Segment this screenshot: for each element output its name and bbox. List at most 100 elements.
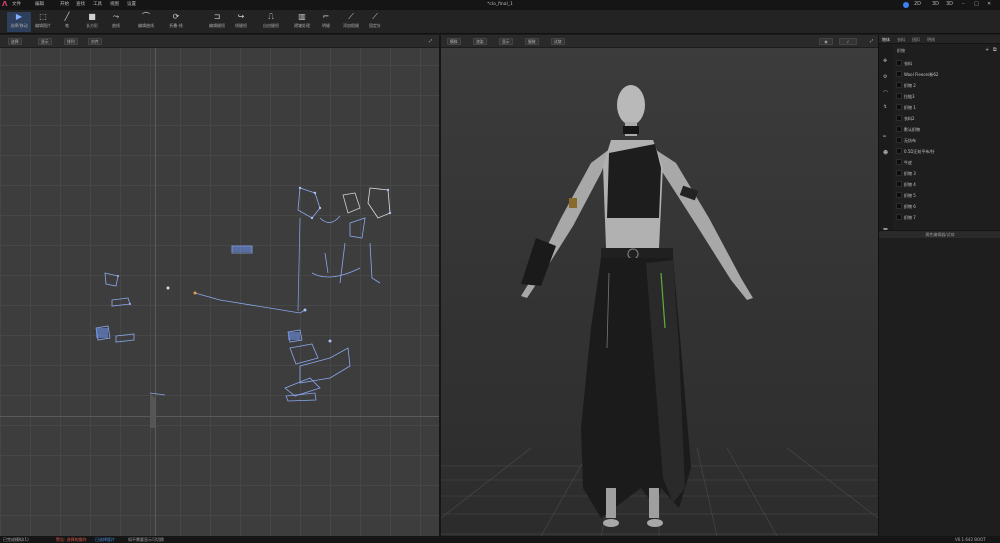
chip-arrange[interactable]: 排列	[64, 38, 78, 45]
baste-tool[interactable]: ⟋ 添加假缝	[339, 12, 363, 32]
pattern-2d-window[interactable]: 选择 显示 排列 对齐 ⤢	[0, 35, 439, 536]
pattern-piece	[149, 392, 166, 396]
menu-settings[interactable]: 设置	[127, 2, 136, 8]
chip-display[interactable]: 显示	[38, 38, 52, 45]
3d-scene[interactable]	[441, 48, 878, 536]
menu-find[interactable]: 查找	[76, 2, 85, 8]
pattern-point	[388, 211, 392, 215]
pleat-tool[interactable]: ▥ 褶皱处理	[290, 12, 314, 32]
menu-edit[interactable]: 编辑	[35, 2, 44, 8]
list-item[interactable]: 织物 3	[894, 168, 1000, 179]
list-item-label: 拉链3	[904, 94, 915, 99]
edit-curve-tool[interactable]: ⌒ 编辑曲线	[134, 12, 158, 32]
account-icon[interactable]	[903, 2, 909, 8]
list-item[interactable]: 织物 4	[894, 179, 1000, 190]
tool-label: 笔	[65, 23, 69, 28]
tool-label: 编辑曲线	[138, 23, 154, 28]
chip-garment[interactable]: 服装	[525, 38, 539, 45]
select-move-tool[interactable]: ▶ 选择/移动	[7, 12, 31, 32]
pen-tool[interactable]: ╱ 笔	[59, 12, 75, 32]
needle-icon[interactable]: ↯	[883, 104, 887, 110]
rectangle-tool[interactable]: ■ 长方形	[82, 12, 102, 32]
add-icon[interactable]: +	[985, 47, 989, 53]
list-item[interactable]: 织物 5	[894, 190, 1000, 201]
tab-topstitch[interactable]: 明线	[927, 37, 935, 43]
list-item[interactable]: 拉链3	[894, 91, 1000, 102]
chip-simulate[interactable]: 模拟	[447, 38, 461, 45]
close-icon[interactable]: ✕	[987, 1, 991, 7]
pattern-pieces[interactable]	[0, 48, 439, 536]
list-item[interactable]: 织物 2	[894, 80, 1000, 91]
chip-select[interactable]: 选择	[8, 38, 22, 45]
minimize-icon[interactable]: –	[962, 1, 965, 7]
curve-tool[interactable]: ⤳ 曲线	[107, 12, 125, 32]
pattern-point	[117, 275, 119, 277]
tab-fabric[interactable]: 衣料	[897, 37, 905, 43]
pin-tool[interactable]: ⟋ 固定针	[366, 12, 384, 32]
list-item[interactable]: 0.5D正纺平布/针	[894, 146, 1000, 157]
view-mode-3d[interactable]: 3D	[932, 1, 939, 7]
check-icon[interactable]: ✓	[839, 38, 857, 45]
list-item[interactable]: 默认织物	[894, 124, 1000, 135]
list-item[interactable]: 织物 1	[894, 102, 1000, 113]
list-item[interactable]: Wool Fleece/新62	[894, 69, 1000, 80]
copy-icon[interactable]: ⧉	[993, 47, 997, 53]
view-mode-2d[interactable]: 2D	[914, 1, 921, 7]
tab-object[interactable]: 物体	[882, 37, 890, 43]
camera-icon[interactable]: ◉	[819, 38, 833, 45]
fold-line-tool[interactable]: ⟳ 折叠-线	[165, 12, 187, 32]
maximize-icon[interactable]: □	[974, 1, 979, 7]
pattern-piece	[297, 187, 321, 219]
status-bar: 已完成模拟(1) 警告: 选择的操作 已选择版片 如不需要显示可切换 V6.1.…	[0, 536, 1000, 543]
topstitch-tool[interactable]: ⌐ 明缝	[318, 12, 334, 32]
tool-label: 自由缝纫	[263, 23, 279, 28]
list-item[interactable]: 衣料2	[894, 113, 1000, 124]
fabric-swatch	[896, 192, 902, 198]
tab-button[interactable]: 纽扣	[912, 37, 920, 43]
menu-tools[interactable]: 工具	[93, 2, 102, 8]
chip-align[interactable]: 对齐	[88, 38, 102, 45]
chip-display-3d[interactable]: 显示	[499, 38, 513, 45]
pattern-piece	[289, 343, 319, 365]
menu-start[interactable]: 开始	[60, 2, 69, 8]
list-item[interactable]: 织物 7	[894, 212, 1000, 223]
gear-icon[interactable]: ⚙	[883, 74, 887, 80]
pattern-piece	[349, 217, 366, 239]
avatar-icon[interactable]: ☻	[883, 150, 888, 156]
list-item[interactable]: 牛皮	[894, 157, 1000, 168]
avatar-3d-window[interactable]: 模拟 渲染 显示 服装 试穿 ◉ ✓ ⤢	[441, 35, 878, 536]
chip-render[interactable]: 渲染	[473, 38, 487, 45]
list-item[interactable]: 无纺布	[894, 135, 1000, 146]
pen-icon: ╱	[64, 12, 70, 21]
rectangle-icon: ■	[88, 12, 96, 21]
menu-view[interactable]: 视图	[110, 2, 119, 8]
pleat-icon: ▥	[298, 12, 306, 21]
edit-sewing-tool[interactable]: ⊐ 编辑缝纫	[205, 12, 229, 32]
free-sewing-icon: ⎍	[268, 12, 274, 21]
pattern-point	[298, 186, 302, 190]
fabric-swatch	[896, 71, 902, 77]
tool-label: 添加假缝	[343, 23, 359, 28]
line-sewing-tool[interactable]: ↪ 线缝纫	[231, 12, 251, 32]
fabric-swatch	[896, 104, 902, 110]
chip-fitting[interactable]: 试穿	[551, 38, 565, 45]
expand-icon[interactable]: ⤢	[427, 38, 434, 45]
status-link[interactable]: 已选择版片	[95, 537, 115, 543]
view-mode-3d-alt[interactable]: 3D	[946, 1, 953, 7]
move-icon[interactable]: ✥	[883, 58, 887, 64]
list-item-label: Wool Fleece/新62	[904, 72, 939, 77]
pattern-piece	[367, 187, 391, 219]
ruler-icon[interactable]: ═	[883, 134, 886, 140]
tool-label: 明缝	[322, 23, 330, 28]
fabric-swatch	[896, 148, 902, 154]
title-bar: Λ 文件 编辑 开始 查找 工具 视图 设置 *clo_final_1 2D 3…	[0, 0, 1000, 10]
expand-3d-icon[interactable]: ⤢	[868, 38, 875, 45]
list-item[interactable]: 织物 6	[894, 201, 1000, 212]
free-sewing-tool[interactable]: ⎍ 自由缝纫	[259, 12, 283, 32]
hanger-icon[interactable]: ⌒	[883, 90, 888, 97]
list-item[interactable]: 衣料	[894, 58, 1000, 69]
tool-label: 线缝纫	[235, 23, 247, 28]
menu-file[interactable]: 文件	[12, 2, 21, 8]
property-editor-header[interactable]: 属性编辑器/试穿	[879, 230, 1000, 238]
edit-pattern-tool[interactable]: ⬚ 编辑图片	[33, 12, 53, 32]
